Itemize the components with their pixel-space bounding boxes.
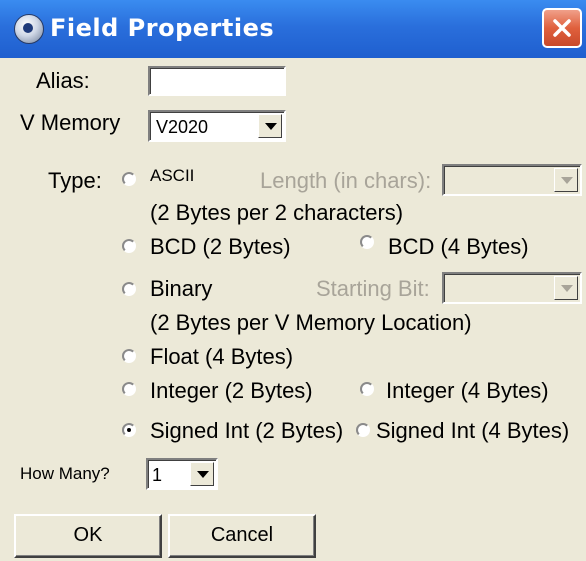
chevron-down-icon[interactable] xyxy=(554,168,578,192)
starting-bit-dropdown[interactable] xyxy=(442,272,582,304)
chevron-down-icon[interactable] xyxy=(190,462,214,486)
chevron-down-icon[interactable] xyxy=(258,114,282,138)
float4-label: Float (4 Bytes) xyxy=(150,344,294,369)
bcd4-label: BCD (4 Bytes) xyxy=(388,234,529,259)
type-label: Type: xyxy=(48,168,102,193)
int2-label: Integer (2 Bytes) xyxy=(150,378,313,403)
radio-integer-2[interactable] xyxy=(122,382,136,396)
radio-bcd-4[interactable] xyxy=(360,235,374,249)
sint2-label: Signed Int (2 Bytes) xyxy=(150,418,344,443)
alias-label: Alias: xyxy=(36,68,90,93)
how-many-label: How Many? xyxy=(20,464,110,483)
binary-label: Binary xyxy=(150,276,213,301)
radio-signed-int-2[interactable] xyxy=(122,423,136,437)
sint4-label: Signed Int (4 Bytes) xyxy=(376,418,570,443)
window-title: Field Properties xyxy=(50,14,275,42)
length-label: Length (in chars): xyxy=(260,168,432,193)
radio-signed-int-4[interactable] xyxy=(356,423,370,437)
ok-button[interactable]: OK xyxy=(14,514,162,558)
vmemory-dropdown[interactable]: V2020 xyxy=(148,110,286,142)
radio-bcd-2[interactable] xyxy=(122,239,136,253)
alias-input[interactable] xyxy=(148,66,286,96)
app-icon xyxy=(14,14,44,44)
bcd2-label: BCD (2 Bytes) xyxy=(150,234,291,259)
radio-float-4[interactable] xyxy=(122,349,136,363)
starting-bit-label: Starting Bit: xyxy=(316,276,430,301)
radio-ascii[interactable] xyxy=(122,172,136,186)
length-dropdown[interactable] xyxy=(442,164,582,196)
vmemory-value: V2020 xyxy=(156,117,209,137)
vmemory-label: V Memory xyxy=(20,110,121,135)
radio-integer-4[interactable] xyxy=(360,382,374,396)
ascii-label: ASCII xyxy=(150,166,195,185)
close-icon xyxy=(553,19,571,37)
ascii-note: (2 Bytes per 2 characters) xyxy=(150,200,404,225)
chevron-down-icon[interactable] xyxy=(554,276,578,300)
radio-binary[interactable] xyxy=(122,282,136,296)
close-button[interactable] xyxy=(542,8,582,48)
cancel-button[interactable]: Cancel xyxy=(168,514,316,558)
title-bar[interactable]: Field Properties xyxy=(0,0,586,58)
how-many-value: 1 xyxy=(152,465,163,485)
binary-note: (2 Bytes per V Memory Location) xyxy=(150,310,472,335)
field-properties-dialog: Field Properties Alias: V Memory V2020 T… xyxy=(0,0,586,561)
how-many-dropdown[interactable]: 1 xyxy=(146,458,218,490)
int4-label: Integer (4 Bytes) xyxy=(386,378,549,403)
